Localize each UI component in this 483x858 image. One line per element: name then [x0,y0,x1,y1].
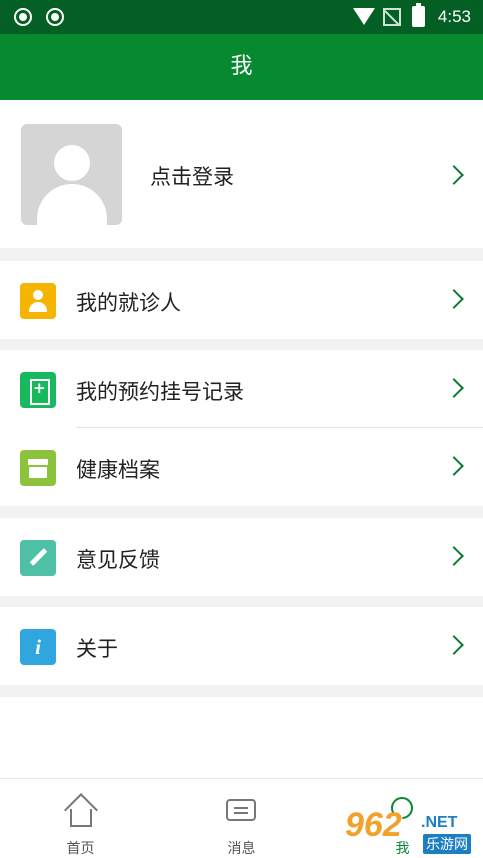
user-icon [20,283,56,319]
chevron-right-icon [444,378,464,398]
home-icon [70,809,92,827]
menu-item-about[interactable]: i 关于 [0,607,483,685]
chevron-right-icon [444,165,464,185]
tab-label: 首页 [66,841,95,857]
menu-item-patients[interactable]: 我的就诊人 [0,261,483,339]
page-title: 我 [0,34,483,100]
battery-icon [412,3,425,27]
avatar [21,124,122,225]
health-file-icon [20,450,56,486]
sync-icon [46,8,64,26]
login-label: 点击登录 [150,165,234,189]
empty-area [0,697,483,778]
status-time: 4:53 [437,7,471,26]
menu-item-appointment-records[interactable]: 我的预约挂号记录 [0,350,483,428]
watermark-logo: 962 [345,806,402,844]
no-signal-icon [383,8,401,26]
chevron-right-icon [444,635,464,655]
tab-label: 消息 [227,841,256,857]
edit-pencil-icon [20,540,56,576]
tab-messages[interactable]: 消息 [161,779,322,858]
chevron-right-icon [444,289,464,309]
tab-home[interactable]: 首页 [0,779,161,858]
appointment-record-icon [20,372,56,408]
menu-item-feedback[interactable]: 意见反馈 [0,518,483,596]
menu-item-label: 关于 [76,637,118,661]
info-icon: i [20,629,56,665]
watermark-text: 乐游网 [423,834,471,854]
watermark-suffix: .NET [421,814,458,831]
status-bar: 4:53 [0,0,483,34]
menu-item-label: 健康档案 [76,458,160,482]
menu-item-label: 我的预约挂号记录 [76,380,244,404]
menu-item-label: 意见反馈 [76,548,160,572]
menu-item-label: 我的就诊人 [76,291,181,315]
message-icon [226,799,256,821]
sync-icon [14,8,32,26]
chevron-right-icon [444,456,464,476]
chevron-right-icon [444,546,464,566]
menu-item-health-file[interactable]: 健康档案 [0,428,483,506]
site-watermark: 962 .NET 乐游网 [345,800,483,858]
wifi-icon [353,8,375,25]
login-profile-row[interactable]: 点击登录 [0,100,483,248]
